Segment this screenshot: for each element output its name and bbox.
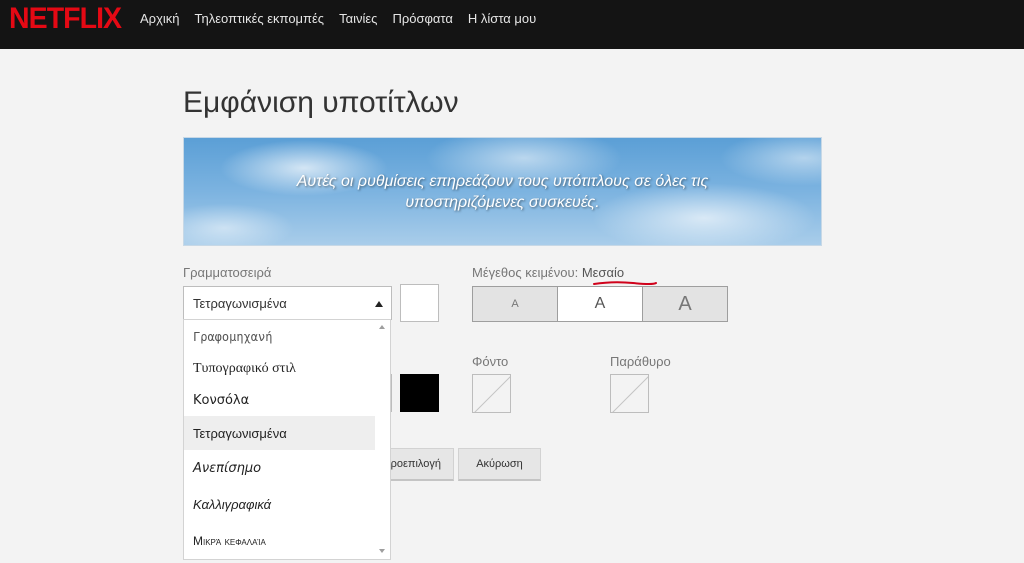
page-title: Εμφάνιση υποτίτλων [183,86,459,119]
font-label: Γραμματοσειρά [183,265,272,280]
background-color-swatch[interactable] [472,374,511,413]
text-size-label-text: Μέγεθος κειμένου: [472,265,579,280]
font-option-casual[interactable]: Ανεπίσημο [184,451,376,485]
font-option-console[interactable]: Κονσόλα [184,383,376,417]
background-label: Φόντο [472,354,509,369]
netflix-logo[interactable]: NETFLIX [9,4,127,34]
font-option-typewriter[interactable]: Γραφομηχανή [184,320,376,354]
top-nav-bar: NETFLIX Αρχική Τηλεοπτικές εκπομπές Ταιν… [0,0,1024,49]
text-size-large-button[interactable]: A [643,287,727,321]
logo-text: NETFLIX [9,2,122,35]
font-option-print-style[interactable]: Τυπογραφικό στιλ [184,352,376,386]
dropdown-scrollbar[interactable] [375,320,390,559]
font-option-block[interactable]: Τετραγωνισμένα [184,416,376,450]
none-slash-icon [612,376,648,412]
nav-item-home[interactable]: Αρχική [140,11,180,26]
text-size-small-button[interactable]: A [473,287,557,321]
font-select[interactable]: Τετραγωνισμένα [183,286,392,320]
font-option-small-caps[interactable]: Μικρά κεφαλαία [184,524,376,558]
nav-item-movies[interactable]: Ταινίες [339,11,377,26]
font-dropdown-list: Γραφομηχανή Τυπογραφικό στιλ Κονσόλα Τετ… [183,319,391,560]
banner-text: Αυτές οι ρυθμίσεις επηρεάζουν τους υπότι… [184,171,821,213]
text-size-medium-button[interactable]: A [557,287,643,321]
font-select-value: Τετραγωνισμένα [193,296,287,311]
nav-item-my-list[interactable]: Η λίστα μου [468,11,536,26]
banner-line-1: Αυτές οι ρυθμίσεις επηρεάζουν τους υπότι… [296,173,709,190]
text-size-value: Μεσαίο [581,265,625,280]
nav-item-tv-shows[interactable]: Τηλεοπτικές εκπομπές [195,11,325,26]
none-slash-icon [474,376,510,412]
main-nav: Αρχική Τηλεοπτικές εκπομπές Ταινίες Πρόσ… [140,11,551,26]
banner-line-2: υποστηριζόμενες συσκευές. [405,194,600,211]
text-size-selector: A A A [472,286,728,322]
nav-item-recent[interactable]: Πρόσφατα [392,11,452,26]
window-color-swatch[interactable] [610,374,649,413]
shadow-color-swatch[interactable] [400,374,439,412]
font-option-cursive[interactable]: Καλλιγραφικά [184,487,376,521]
caret-up-icon [375,301,383,307]
scroll-up-arrow-icon[interactable] [379,325,385,329]
scroll-down-arrow-icon[interactable] [379,549,385,553]
text-size-label: Μέγεθος κειμένου: Μεσαίο [472,265,624,280]
font-color-swatch[interactable] [400,284,439,322]
cancel-button[interactable]: Ακύρωση [458,448,541,481]
window-label: Παράθυρο [610,354,671,369]
subtitle-preview-banner: Αυτές οι ρυθμίσεις επηρεάζουν τους υπότι… [183,137,822,246]
